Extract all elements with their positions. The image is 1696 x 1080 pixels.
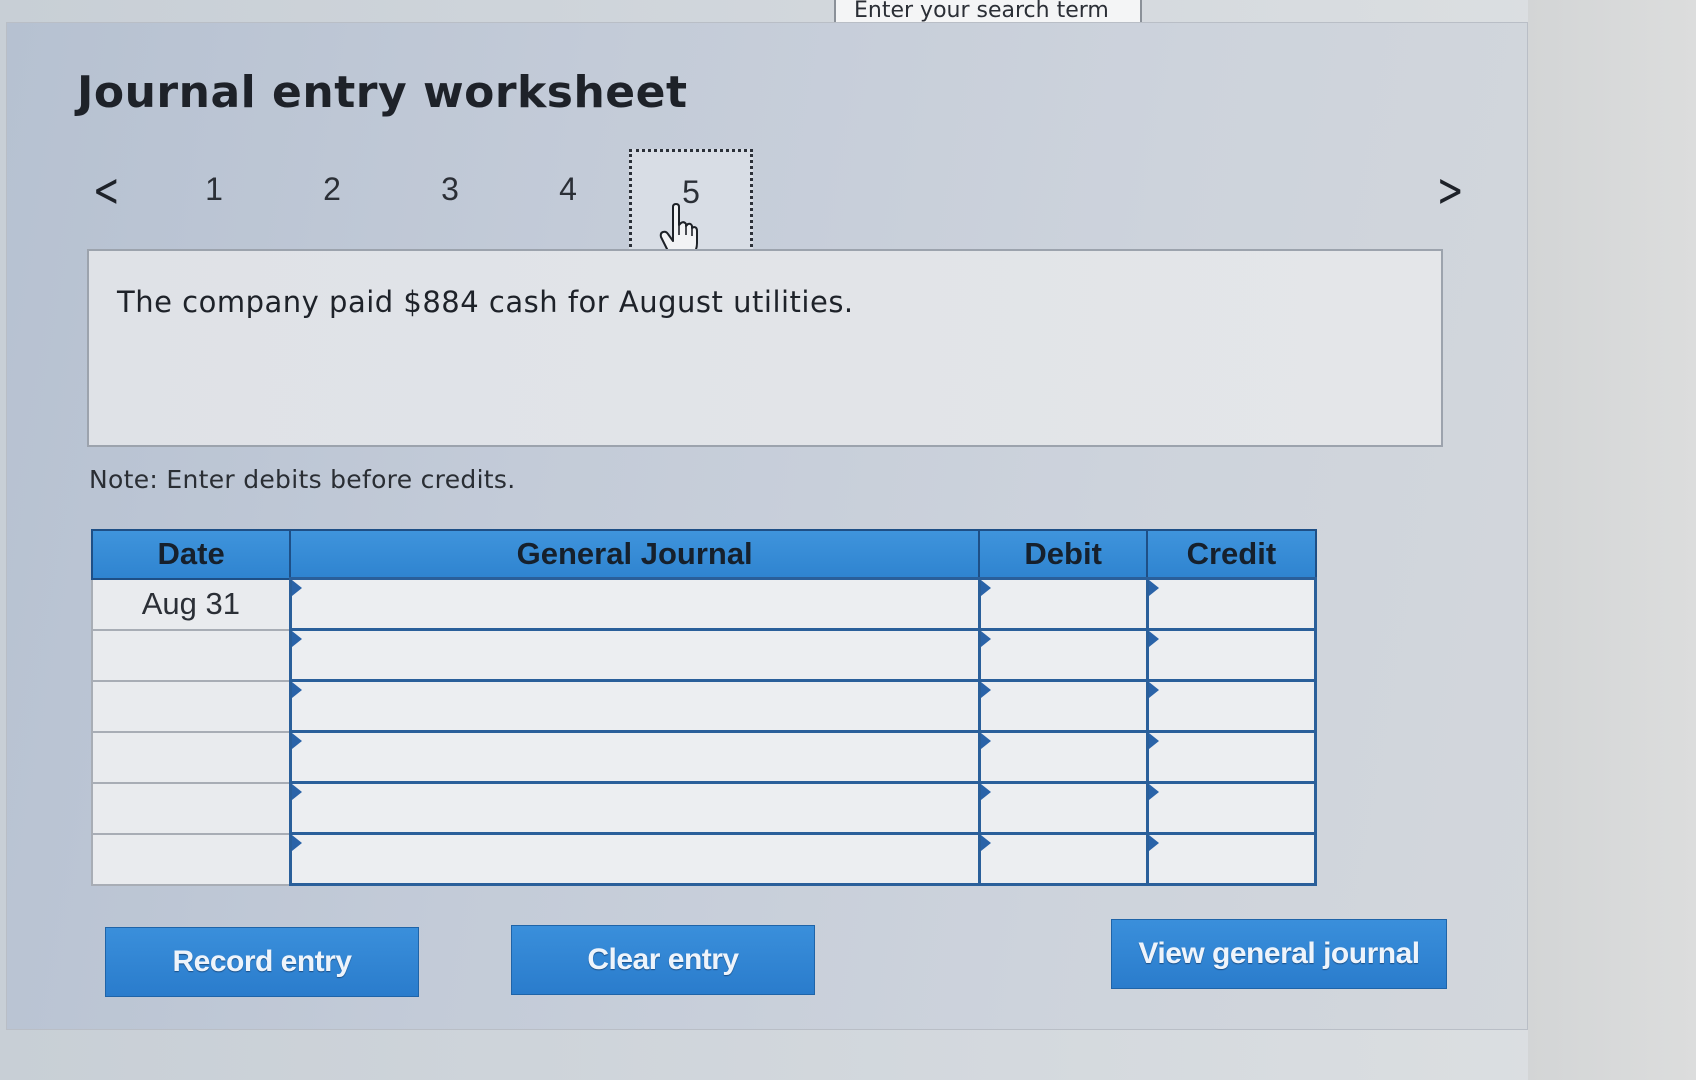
debit-cell <box>977 577 1149 631</box>
table-row <box>90 628 1318 682</box>
credit-input[interactable] <box>1148 631 1314 679</box>
column-header-date: Date <box>90 529 292 580</box>
cell-flag-icon <box>291 835 302 851</box>
credit-cell <box>1145 628 1318 682</box>
account-input[interactable] <box>291 784 978 832</box>
cell-flag-icon <box>980 733 991 749</box>
account-cell <box>288 730 981 784</box>
debit-input[interactable] <box>980 733 1146 781</box>
account-input[interactable] <box>291 580 978 628</box>
debit-input[interactable] <box>980 835 1146 883</box>
credit-input[interactable] <box>1148 784 1314 832</box>
cell-flag-icon <box>980 580 991 596</box>
note-text: Note: Enter debits before credits. <box>89 465 516 494</box>
view-general-journal-button[interactable]: View general journal <box>1111 919 1447 989</box>
cell-flag-icon <box>980 682 991 698</box>
debit-input[interactable] <box>980 631 1146 679</box>
date-cell <box>90 730 292 784</box>
credit-input[interactable] <box>1148 835 1314 883</box>
table-row <box>90 730 1318 784</box>
record-entry-button[interactable]: Record entry <box>105 927 419 997</box>
credit-cell <box>1145 679 1318 733</box>
worksheet-panel: Journal entry worksheet < 1 2 3 4 5 > Th… <box>6 22 1528 1030</box>
tab-4[interactable]: 4 <box>543 171 593 208</box>
account-input[interactable] <box>291 631 978 679</box>
account-input[interactable] <box>291 835 978 883</box>
cell-flag-icon <box>291 580 302 596</box>
credit-cell <box>1145 832 1318 886</box>
tab-2[interactable]: 2 <box>307 171 357 208</box>
chevron-right-icon[interactable]: > <box>1437 163 1464 217</box>
account-input[interactable] <box>291 682 978 730</box>
cell-flag-icon <box>980 835 991 851</box>
debit-cell <box>977 832 1149 886</box>
screen-background-right <box>1528 0 1696 1080</box>
tab-1[interactable]: 1 <box>189 171 239 208</box>
cell-flag-icon <box>1148 631 1159 647</box>
tab-3[interactable]: 3 <box>425 171 475 208</box>
account-input[interactable] <box>291 733 978 781</box>
date-cell <box>90 832 292 886</box>
clear-entry-button[interactable]: Clear entry <box>511 925 815 995</box>
table-row: Aug 31 <box>90 577 1318 631</box>
table-row <box>90 832 1318 886</box>
cell-flag-icon <box>291 784 302 800</box>
debit-input[interactable] <box>980 580 1146 628</box>
table-header-row: Date General Journal Debit Credit <box>90 529 1317 580</box>
cell-flag-icon <box>1148 733 1159 749</box>
cell-flag-icon <box>291 682 302 698</box>
date-cell <box>90 781 292 835</box>
column-header-general-journal: General Journal <box>289 529 981 580</box>
cell-flag-icon <box>1148 682 1159 698</box>
cell-flag-icon <box>1148 580 1159 596</box>
account-cell <box>288 679 981 733</box>
account-cell <box>288 781 981 835</box>
cell-flag-icon <box>980 784 991 800</box>
page-title: Journal entry worksheet <box>77 67 688 118</box>
date-cell <box>90 679 292 733</box>
debit-input[interactable] <box>980 784 1146 832</box>
chevron-left-icon[interactable]: < <box>93 163 120 217</box>
table-row <box>90 781 1318 835</box>
question-text: The company paid $884 cash for August ut… <box>117 285 854 319</box>
date-cell <box>90 628 292 682</box>
credit-cell <box>1145 781 1318 835</box>
account-cell <box>288 577 981 631</box>
cell-flag-icon <box>980 631 991 647</box>
column-header-credit: Credit <box>1146 529 1317 580</box>
table-row <box>90 679 1318 733</box>
account-cell <box>288 832 981 886</box>
debit-cell <box>977 781 1149 835</box>
account-cell <box>288 628 981 682</box>
debit-cell <box>977 679 1149 733</box>
date-cell: Aug 31 <box>90 577 292 631</box>
credit-input[interactable] <box>1148 682 1314 730</box>
credit-cell <box>1145 730 1318 784</box>
journal-entry-table: Date General Journal Debit Credit Aug 31 <box>90 529 1318 886</box>
credit-input[interactable] <box>1148 733 1314 781</box>
debit-input[interactable] <box>980 682 1146 730</box>
debit-cell <box>977 628 1149 682</box>
debit-cell <box>977 730 1149 784</box>
cell-flag-icon <box>1148 835 1159 851</box>
credit-cell <box>1145 577 1318 631</box>
credit-input[interactable] <box>1148 580 1314 628</box>
cell-flag-icon <box>291 631 302 647</box>
question-box: The company paid $884 cash for August ut… <box>87 249 1443 447</box>
column-header-debit: Debit <box>978 529 1149 580</box>
cell-flag-icon <box>291 733 302 749</box>
cell-flag-icon <box>1148 784 1159 800</box>
